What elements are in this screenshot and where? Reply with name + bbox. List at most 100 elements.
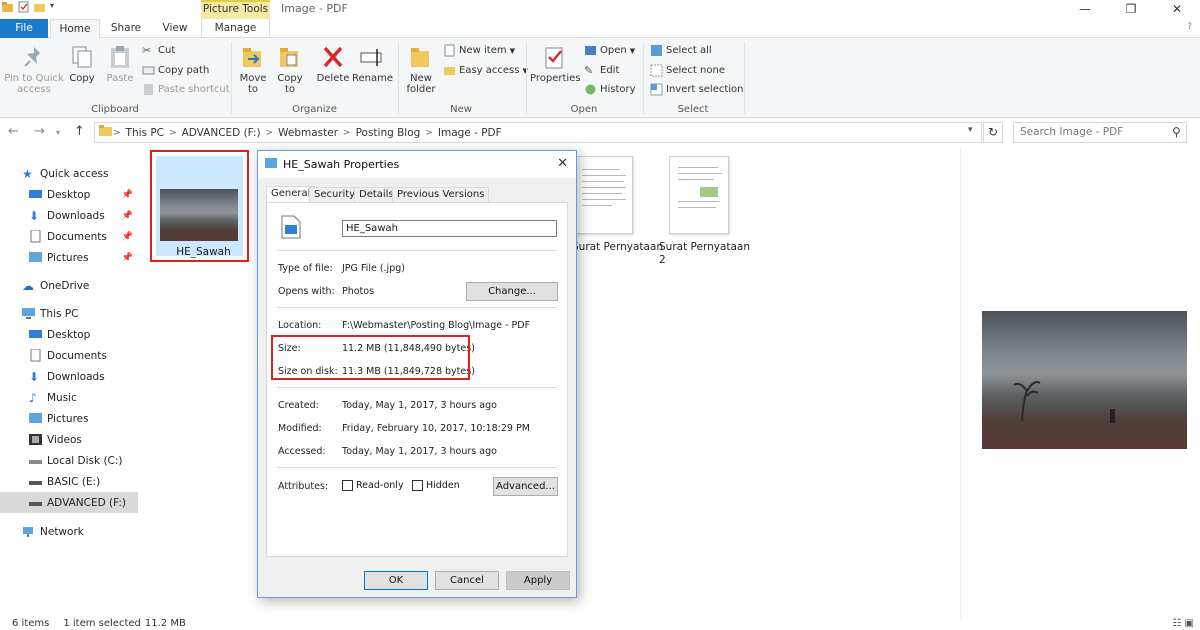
apply-button[interactable]: Apply bbox=[506, 571, 570, 590]
modified-value: Friday, February 10, 2017, 10:18:29 PM bbox=[342, 423, 530, 434]
nav-advanced[interactable]: ADVANCED (F:) bbox=[0, 492, 138, 513]
read-only-checkbox[interactable]: Read-only bbox=[342, 480, 404, 491]
nav-onedrive[interactable]: ☁ OneDrive bbox=[0, 275, 138, 296]
copy-icon bbox=[69, 44, 95, 70]
tab-manage[interactable]: Manage bbox=[201, 19, 270, 38]
new-folder-icon[interactable] bbox=[34, 1, 46, 13]
properties-icon bbox=[542, 44, 568, 70]
window-title: Image - PDF bbox=[281, 2, 348, 15]
tab-general[interactable]: General bbox=[266, 186, 316, 203]
large-icons-view-icon[interactable]: ▣ bbox=[1185, 618, 1194, 629]
nav-pictures[interactable]: Pictures 📌 bbox=[0, 247, 138, 268]
view-toggle[interactable]: ☷ ▣ bbox=[1172, 618, 1194, 629]
cloud-icon: ☁ bbox=[22, 279, 34, 293]
nav-pc-desktop[interactable]: Desktop bbox=[0, 324, 138, 345]
breadcrumb-this-pc[interactable]: This PC bbox=[126, 127, 164, 139]
delete-button[interactable]: Delete bbox=[316, 44, 350, 84]
rename-button[interactable]: Rename bbox=[352, 44, 393, 84]
close-button[interactable]: ✕ bbox=[1154, 0, 1200, 19]
forward-arrow-icon[interactable]: → bbox=[34, 124, 45, 139]
tab-security[interactable]: Security bbox=[309, 187, 361, 203]
search-input[interactable]: Search Image - PDF bbox=[1013, 122, 1187, 143]
invert-selection-button[interactable]: Invert selection bbox=[650, 83, 744, 96]
select-all-button[interactable]: Select all bbox=[650, 44, 712, 57]
nav-downloads[interactable]: ⬇ Downloads 📌 bbox=[0, 205, 138, 226]
breadcrumb-advanced[interactable]: ADVANCED (F:) bbox=[182, 127, 261, 139]
breadcrumb-separator: > bbox=[343, 127, 351, 138]
properties-icon[interactable] bbox=[18, 1, 30, 13]
nav-pc-downloads[interactable]: ⬇ Downloads bbox=[0, 366, 138, 387]
nav-videos[interactable]: Videos bbox=[0, 429, 138, 450]
dialog-close-icon[interactable]: ✕ bbox=[557, 156, 568, 171]
back-arrow-icon[interactable]: ← bbox=[8, 124, 19, 139]
customize-qat-icon[interactable]: ▾ bbox=[50, 1, 62, 13]
nav-desktop[interactable]: Desktop 📌 bbox=[0, 184, 138, 205]
hidden-checkbox[interactable]: Hidden bbox=[412, 480, 460, 491]
pin-quick-access-button[interactable]: Pin to Quick access bbox=[4, 44, 64, 95]
computer-icon bbox=[22, 307, 35, 320]
breadcrumb-image-pdf[interactable]: Image - PDF bbox=[438, 127, 502, 139]
cut-button[interactable]: ✂ Cut bbox=[142, 44, 175, 57]
ribbon-tabs: File Home Share View Manage bbox=[0, 19, 1200, 39]
new-item-button[interactable]: New item ▼ bbox=[443, 44, 515, 57]
folder-icon[interactable] bbox=[2, 1, 14, 13]
recent-locations-icon[interactable]: ▾ bbox=[56, 128, 60, 137]
nav-this-pc[interactable]: This PC bbox=[0, 303, 138, 324]
copy-to-button[interactable]: Copy to bbox=[274, 44, 306, 95]
paste-button[interactable]: Paste bbox=[104, 44, 136, 84]
minimize-button[interactable]: — bbox=[1062, 0, 1108, 19]
invert-selection-icon bbox=[650, 83, 663, 96]
scissors-icon: ✂ bbox=[142, 44, 152, 57]
details-view-icon[interactable]: ☷ bbox=[1172, 618, 1181, 629]
copy-path-button[interactable]: Copy path bbox=[142, 64, 209, 77]
nav-local-disk[interactable]: Local Disk (C:) bbox=[0, 450, 138, 471]
file-name[interactable]: Surat Pernyataan 2 bbox=[659, 241, 750, 267]
nav-pc-documents[interactable]: Documents bbox=[0, 345, 138, 366]
help-icon[interactable]: ? bbox=[1187, 22, 1192, 32]
nav-quick-access[interactable]: ★ Quick access bbox=[0, 163, 138, 184]
document-thumbnail[interactable] bbox=[669, 156, 729, 234]
maximize-button[interactable]: ❐ bbox=[1108, 0, 1154, 19]
tab-view[interactable]: View bbox=[152, 19, 198, 38]
new-folder-button[interactable]: New folder bbox=[403, 44, 439, 95]
tab-home[interactable]: Home bbox=[50, 19, 100, 39]
pin-icon: 📌 bbox=[121, 231, 133, 242]
tab-share[interactable]: Share bbox=[104, 19, 148, 38]
breadcrumb-webmaster[interactable]: Webmaster bbox=[278, 127, 338, 139]
nav-music[interactable]: ♪ Music bbox=[0, 387, 138, 408]
easy-access-button[interactable]: Easy access▼ bbox=[443, 64, 528, 77]
delete-x-icon bbox=[320, 44, 346, 70]
open-button[interactable]: Open ▼ bbox=[584, 44, 635, 57]
select-none-button[interactable]: Select none bbox=[650, 64, 725, 77]
advanced-button[interactable]: Advanced... bbox=[493, 477, 558, 496]
copy-button[interactable]: Copy bbox=[66, 44, 98, 84]
tab-previous-versions[interactable]: Previous Versions bbox=[392, 187, 490, 203]
breadcrumb-posting-blog[interactable]: Posting Blog bbox=[356, 127, 421, 139]
nav-basic[interactable]: BASIC (E:) bbox=[0, 471, 138, 492]
ribbon: Pin to Quick access Copy Paste ✂ Cut Copy… bbox=[0, 22, 1200, 118]
properties-button[interactable]: Properties bbox=[530, 44, 581, 84]
up-arrow-icon[interactable]: ↑ bbox=[74, 124, 85, 139]
location-label: Location: bbox=[278, 320, 322, 331]
address-dropdown-icon[interactable]: ▾ bbox=[968, 125, 973, 135]
refresh-icon[interactable]: ↻ bbox=[983, 122, 1003, 143]
move-to-button[interactable]: Move to bbox=[236, 44, 270, 95]
change-button[interactable]: Change... bbox=[466, 282, 558, 301]
history-button[interactable]: History bbox=[584, 83, 636, 96]
cancel-button[interactable]: Cancel bbox=[435, 571, 499, 590]
edit-button[interactable]: ✎ Edit bbox=[584, 64, 619, 77]
chevron-down-icon: ▼ bbox=[509, 46, 515, 55]
file-name[interactable]: Surat Pernyataan bbox=[572, 241, 663, 254]
ok-button[interactable]: OK bbox=[364, 571, 428, 590]
tab-file[interactable]: File bbox=[0, 19, 48, 38]
nav-documents[interactable]: Documents 📌 bbox=[0, 226, 138, 247]
nav-pc-pictures[interactable]: Pictures bbox=[0, 408, 138, 429]
nav-network[interactable]: Network bbox=[0, 521, 138, 542]
document-thumbnail[interactable] bbox=[573, 156, 633, 234]
address-bar[interactable]: > This PC > ADVANCED (F:) > Webmaster > … bbox=[94, 122, 982, 143]
file-item-sawah[interactable]: HE_Sawah bbox=[150, 150, 249, 262]
opens-with-label: Opens with: bbox=[278, 286, 335, 297]
select-none-icon bbox=[650, 64, 663, 77]
file-name-field[interactable]: HE_Sawah bbox=[342, 220, 557, 237]
paste-shortcut-button[interactable]: Paste shortcut bbox=[142, 83, 230, 96]
